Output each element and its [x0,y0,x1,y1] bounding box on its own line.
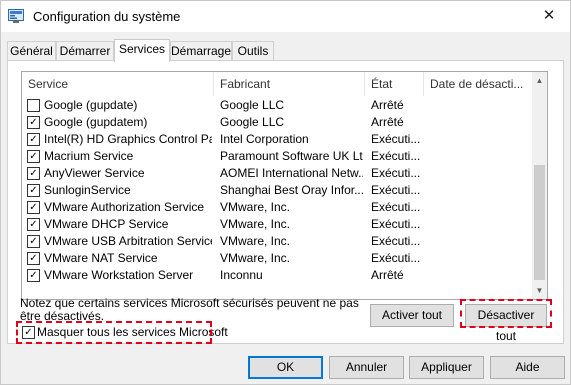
msconfig-app-icon [8,9,24,23]
service-state: Arrêté [371,98,404,112]
service-manufacturer: VMware, Inc. [220,217,291,231]
vertical-scrollbar[interactable]: ▲ ▼ [532,72,547,299]
checkbox-checked-icon[interactable]: ✓ [27,235,40,248]
service-state: Exécuti... [371,200,421,214]
checkbox-checked-icon[interactable]: ✓ [27,218,40,231]
hide-microsoft-highlight [16,321,212,344]
service-state: Exécuti... [371,166,421,180]
service-manufacturer: Google LLC [220,98,285,112]
service-state: Exécuti... [371,234,421,248]
service-row[interactable]: ✓ Intel(R) HD Graphics Control Pa... Intel… [22,131,533,148]
service-manufacturer: VMware, Inc. [220,251,291,265]
column-header-disable-date[interactable]: Date de désacti... [424,72,533,96]
service-row[interactable]: ✓ VMware Authorization Service VMware, Inc… [22,199,533,216]
service-manufacturer: VMware, Inc. [220,200,291,214]
tab-tools[interactable]: Outils [232,41,274,61]
list-header: Service ^ Fabricant État Date de désacti… [22,72,533,96]
service-manufacturer: Paramount Software UK Ltd [220,149,363,163]
service-name: AnyViewer Service [44,166,145,180]
service-name: Intel(R) HD Graphics Control Pa... [44,132,212,146]
checkbox-unchecked-icon[interactable] [27,99,40,112]
ok-button[interactable]: OK [248,356,323,379]
service-manufacturer: Google LLC [220,115,285,129]
tab-services[interactable]: Services [114,39,170,62]
service-row[interactable]: ✓ Macrium Service Paramount Software UK Lt… [22,148,533,165]
service-manufacturer: AOMEI International Netw... [220,166,363,180]
checkbox-checked-icon[interactable]: ✓ [27,252,40,265]
service-name: VMware Authorization Service [44,200,205,214]
service-row[interactable]: ✓ VMware NAT Service VMware, Inc. Exécuti..… [22,250,533,267]
service-manufacturer: VMware, Inc. [220,234,291,248]
service-state: Exécuti... [371,132,421,146]
service-row[interactable]: ✓ SunloginService Shanghai Best Oray Infor… [22,182,533,199]
service-manufacturer: Shanghai Best Oray Infor... [220,183,363,197]
tab-general[interactable]: Général [7,41,56,61]
column-header-state[interactable]: État [365,72,424,96]
checkbox-checked-icon[interactable]: ✓ [27,201,40,214]
checkbox-checked-icon[interactable]: ✓ [27,184,40,197]
checkbox-checked-icon[interactable]: ✓ [27,269,40,282]
checkbox-checked-icon[interactable]: ✓ [27,133,40,146]
service-name: VMware Workstation Server [44,268,194,282]
service-name: VMware USB Arbitration Service [44,234,212,248]
service-state: Arrêté [371,268,404,282]
help-button[interactable]: Aide [490,356,565,379]
window-title: Configuration du système [33,9,181,24]
service-state: Exécuti... [371,217,421,231]
scrollbar-thumb[interactable] [534,165,545,280]
service-row[interactable]: ✓ VMware USB Arbitration Service VMware, I… [22,233,533,250]
close-icon: ✕ [542,7,556,24]
checkbox-checked-icon[interactable]: ✓ [27,150,40,163]
service-name: VMware NAT Service [44,251,158,265]
service-row[interactable]: ✓ VMware Workstation Server Inconnu Arrêté [22,267,533,284]
service-row[interactable]: ✓ Google (gupdatem) Google LLC Arrêté [22,114,533,131]
list-rows: Google (gupdate) Google LLC Arrêté ✓ Google … [22,97,533,284]
service-manufacturer: Intel Corporation [220,132,309,146]
system-configuration-window: Configuration du système ✕ Général Démar… [0,0,571,385]
service-manufacturer: Inconnu [220,268,263,282]
service-row[interactable]: ✓ AnyViewer Service AOMEI International Ne… [22,165,533,182]
enable-all-button[interactable]: Activer tout [370,304,454,327]
title-bar: Configuration du système ✕ [1,1,570,32]
service-name: VMware DHCP Service [44,217,169,231]
service-row[interactable]: ✓ VMware DHCP Service VMware, Inc. Exécuti.… [22,216,533,233]
scroll-down-icon[interactable]: ▼ [532,282,547,299]
service-row[interactable]: Google (gupdate) Google LLC Arrêté [22,97,533,114]
service-state: Exécuti... [371,149,421,163]
ms-services-note: Notez que certains services Microsoft sé… [20,296,359,323]
scroll-up-icon[interactable]: ▲ [532,72,547,89]
column-header-manufacturer[interactable]: Fabricant [214,72,365,96]
service-state: Exécuti... [371,251,421,265]
service-name: Google (gupdate) [44,98,138,112]
service-state: Exécuti... [371,183,421,197]
apply-button[interactable]: Appliquer [409,356,484,379]
close-button[interactable]: ✕ [534,5,564,27]
checkbox-checked-icon[interactable]: ✓ [27,167,40,180]
sort-ascending-icon: ^ [114,71,119,77]
service-name: Google (gupdatem) [44,115,148,129]
checkbox-checked-icon[interactable]: ✓ [27,116,40,129]
disable-all-highlight [460,299,552,328]
services-list[interactable]: Service ^ Fabricant État Date de désacti… [21,71,548,300]
service-name: Macrium Service [44,149,134,163]
cancel-button[interactable]: Annuler [329,356,404,379]
tab-startup-mode[interactable]: Démarrer [56,41,114,61]
tab-startup[interactable]: Démarrage [170,41,232,61]
service-state: Arrêté [371,115,404,129]
service-name: SunloginService [44,183,131,197]
